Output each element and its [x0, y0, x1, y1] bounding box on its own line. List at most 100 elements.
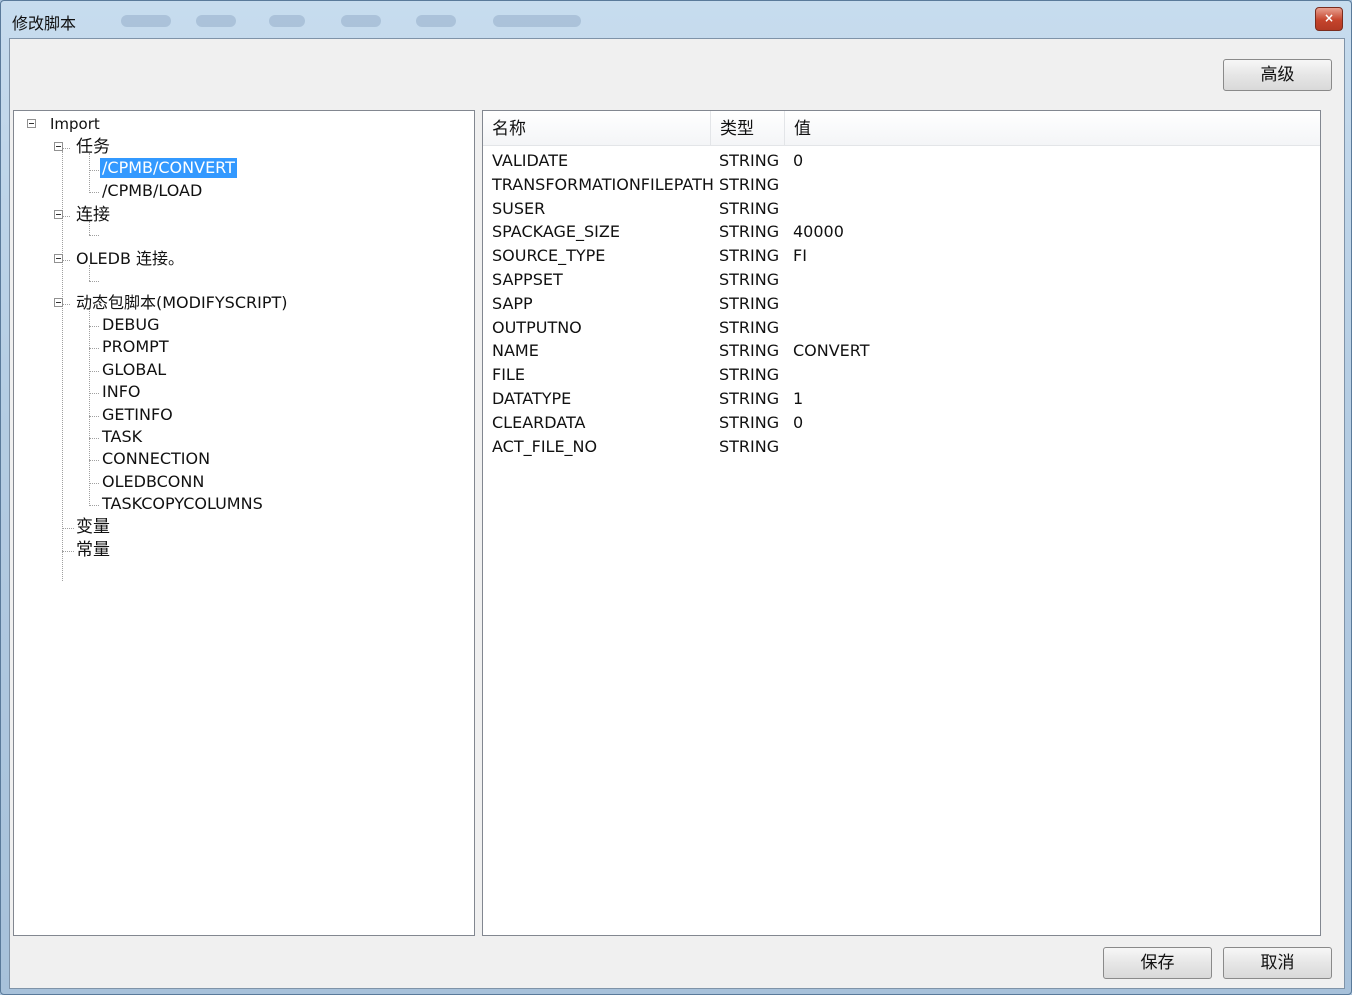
- tree-node-script-item[interactable]: DEBUG: [102, 315, 160, 335]
- list-row[interactable]: ACT_FILE_NO STRING: [483, 435, 1320, 459]
- collapse-icon[interactable]: [54, 142, 63, 151]
- blurred-background: [416, 15, 456, 27]
- tree-line: [62, 304, 70, 305]
- list-row[interactable]: SAPPSET STRING: [483, 268, 1320, 292]
- tree-node-script-item[interactable]: TASK: [102, 427, 142, 447]
- tree-node-script-item[interactable]: CONNECTION: [102, 449, 210, 469]
- row-value-cell: FI: [793, 246, 807, 266]
- tree-node-script-item[interactable]: GLOBAL: [102, 360, 166, 380]
- close-button[interactable]: ×: [1315, 7, 1343, 31]
- row-type-cell: STRING: [719, 293, 780, 313]
- tree-line: [62, 148, 70, 149]
- tree-line: [89, 235, 99, 236]
- row-name-cell: VALIDATE: [492, 151, 569, 170]
- blurred-background: [493, 15, 581, 27]
- close-icon: ×: [1323, 11, 1335, 25]
- window-title: 修改脚本: [12, 14, 77, 33]
- tree-line: [62, 528, 74, 529]
- tree-line: [89, 309, 90, 504]
- row-name-cell: ACT_FILE_NO: [492, 436, 598, 456]
- list-row[interactable]: SUSER STRING: [483, 197, 1320, 221]
- tree-line: [89, 153, 90, 193]
- blurred-background: [269, 15, 305, 27]
- tree-node-oledb[interactable]: OLEDB 连接。: [76, 249, 184, 269]
- collapse-icon[interactable]: [54, 298, 63, 307]
- tree-node-variables[interactable]: 变量: [76, 517, 110, 537]
- tree-line: [89, 326, 99, 327]
- row-value-cell: 0: [793, 412, 804, 432]
- row-type-cell: STRING: [719, 222, 780, 242]
- row-name-cell: DATATYPE: [492, 389, 572, 408]
- script-tree-view[interactable]: Import 任务 /CPMB/CONVERT /CPMB/LOAD 连接 OL…: [13, 110, 475, 936]
- advanced-button[interactable]: 高级: [1223, 59, 1332, 91]
- row-value-cell: 40000: [793, 222, 844, 242]
- tree-node-script-item[interactable]: OLEDBCONN: [102, 472, 204, 492]
- tree-node-script-item[interactable]: GETINFO: [102, 405, 173, 425]
- list-row[interactable]: NAME STRING CONVERT: [483, 339, 1320, 363]
- cancel-button[interactable]: 取消: [1223, 947, 1332, 979]
- tree-line: [89, 348, 99, 350]
- blurred-background: [196, 15, 236, 27]
- column-header-type[interactable]: 类型: [711, 111, 785, 145]
- list-row[interactable]: TRANSFORMATIONFILEPATH STRING: [483, 173, 1320, 197]
- tree-node-connection[interactable]: 连接: [76, 205, 110, 225]
- row-type-cell: STRING: [719, 174, 780, 194]
- row-value-cell: CONVERT: [793, 341, 870, 361]
- row-value-cell: 0: [793, 151, 804, 170]
- title-bar[interactable]: 修改脚本 ×: [1, 1, 1351, 37]
- list-row[interactable]: SAPP STRING: [483, 292, 1320, 316]
- tree-node-task-load[interactable]: /CPMB/LOAD: [102, 181, 202, 201]
- collapse-icon[interactable]: [27, 119, 36, 128]
- row-name-cell: SUSER: [492, 198, 546, 218]
- dialog-window: 修改脚本 × 高级 Import 任务 /CPMB/CONVERT /CPMB/…: [0, 0, 1352, 995]
- save-button[interactable]: 保存: [1103, 947, 1212, 979]
- tree-line: [89, 482, 99, 484]
- list-row[interactable]: SPACKAGE_SIZE STRING 40000: [483, 220, 1320, 244]
- tree-line: [89, 415, 99, 417]
- row-name-cell: TRANSFORMATIONFILEPATH: [492, 174, 714, 194]
- parameter-list-view[interactable]: 名称 类型 值 VALIDATE STRING 0 TRANSFORMATIONFIL…: [482, 110, 1321, 936]
- tree-line: [62, 216, 70, 217]
- row-type-cell: STRING: [719, 341, 780, 361]
- row-name-cell: SAPPSET: [492, 270, 563, 289]
- row-type-cell: STRING: [719, 246, 780, 266]
- tree-node-constants[interactable]: 常量: [76, 540, 110, 560]
- tree-node-dynamic-script[interactable]: 动态包脚本(MODIFYSCRIPT): [76, 293, 288, 313]
- list-row[interactable]: CLEARDATA STRING 0: [483, 411, 1320, 435]
- tree-node-task[interactable]: 任务: [76, 137, 110, 157]
- tree-line: [89, 393, 99, 395]
- tree-line: [89, 192, 99, 193]
- row-name-cell: OUTPUTNO: [492, 317, 582, 337]
- tree-node-script-item[interactable]: PROMPT: [102, 337, 169, 357]
- tree-line: [89, 460, 99, 462]
- row-type-cell: STRING: [719, 389, 780, 408]
- tree-node-script-item[interactable]: TASKCOPYCOLUMNS: [102, 494, 263, 514]
- list-row[interactable]: SOURCE_TYPE STRING FI: [483, 244, 1320, 268]
- tree-line: [62, 551, 74, 552]
- row-type-cell: STRING: [719, 270, 780, 289]
- list-row[interactable]: DATATYPE STRING 1: [483, 387, 1320, 411]
- list-row[interactable]: VALIDATE STRING 0: [483, 149, 1320, 173]
- blurred-background: [341, 15, 381, 27]
- dialog-client-area: 高级 Import 任务 /CPMB/CONVERT /CPMB/LOAD 连接…: [9, 38, 1345, 989]
- tree-line: [89, 281, 99, 282]
- row-name-cell: SOURCE_TYPE: [492, 246, 606, 266]
- list-row[interactable]: OUTPUTNO STRING: [483, 316, 1320, 340]
- tree-node-import[interactable]: Import: [50, 114, 100, 134]
- column-header-value[interactable]: 值: [785, 111, 1320, 145]
- collapse-icon[interactable]: [54, 210, 63, 219]
- row-type-cell: STRING: [719, 365, 780, 385]
- list-row[interactable]: FILE STRING: [483, 363, 1320, 387]
- tree-line: [89, 170, 99, 171]
- collapse-icon[interactable]: [54, 254, 63, 263]
- tree-node-task-convert[interactable]: /CPMB/CONVERT: [100, 158, 237, 178]
- row-value-cell: 1: [793, 389, 804, 408]
- tree-node-script-item[interactable]: INFO: [102, 382, 140, 402]
- row-type-cell: STRING: [719, 436, 780, 456]
- row-name-cell: SAPP: [492, 293, 533, 313]
- column-header-name[interactable]: 名称: [483, 111, 711, 145]
- row-type-cell: STRING: [719, 412, 780, 432]
- tree-line: [62, 260, 70, 261]
- row-type-cell: STRING: [719, 198, 780, 218]
- tree-line: [89, 370, 99, 372]
